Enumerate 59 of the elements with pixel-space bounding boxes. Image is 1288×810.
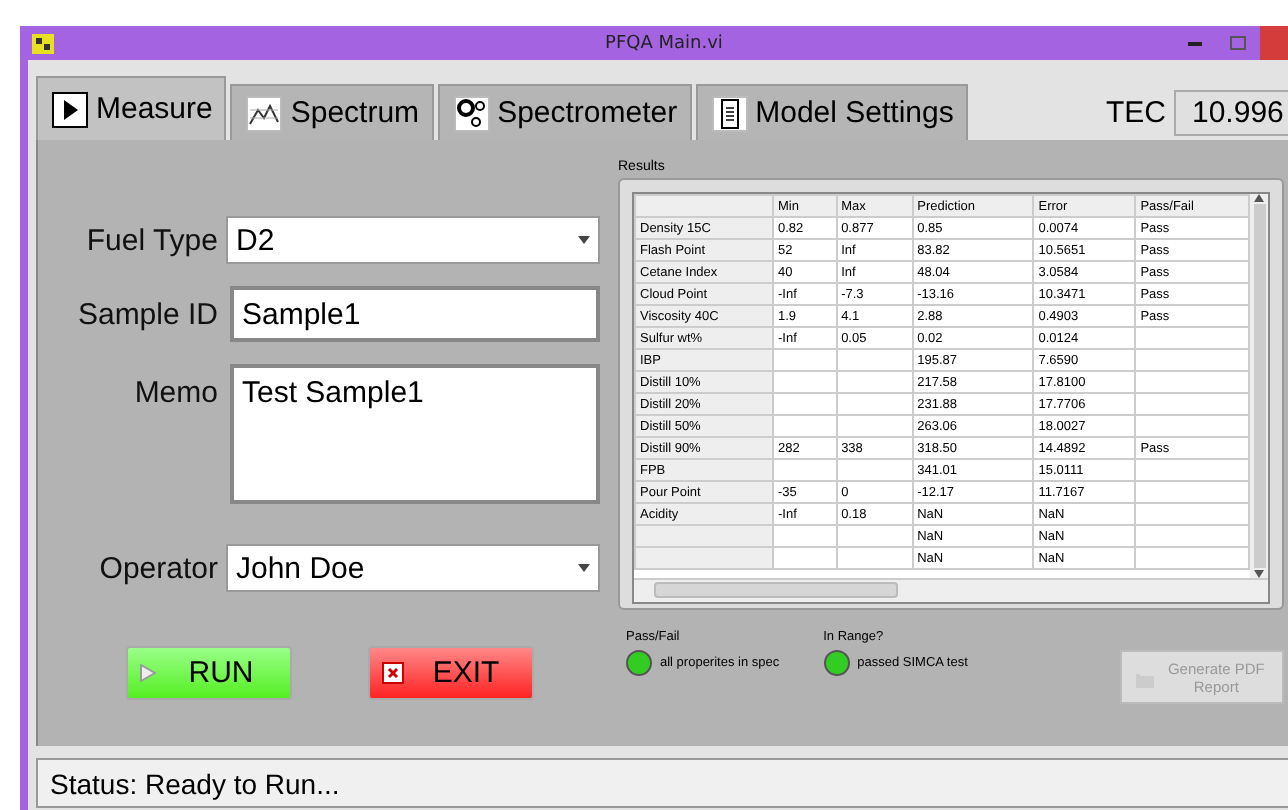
table-cell [773, 393, 837, 415]
play-icon [140, 664, 156, 682]
tec-value: 10.996 [1174, 89, 1288, 135]
table-cell [773, 459, 837, 481]
tec-label: TEC [1106, 95, 1166, 129]
maximize-icon [1230, 36, 1246, 50]
table-cell [773, 349, 837, 371]
close-icon [382, 662, 404, 684]
table-cell [1135, 503, 1249, 525]
table-cell [635, 525, 773, 547]
horizontal-scrollbar[interactable] [634, 578, 1268, 602]
tab[interactable]: Spectrometer [437, 84, 692, 140]
table-cell [1135, 415, 1249, 437]
fuel-type-dropdown[interactable]: D2 [226, 216, 600, 264]
table-cell [1135, 371, 1249, 393]
tab[interactable]: Spectrum [230, 84, 434, 140]
document-icon [711, 95, 748, 131]
run-button[interactable]: RUN [126, 646, 292, 700]
table-cell [1135, 459, 1249, 481]
table-cell [1135, 547, 1249, 569]
table-cell [836, 525, 913, 547]
table-cell [1135, 481, 1249, 503]
close-button[interactable] [1260, 26, 1288, 60]
column-header [635, 195, 773, 217]
status-bar: Status: Ready to Run... [36, 758, 1288, 808]
table-cell [836, 547, 913, 569]
table-cell [773, 371, 837, 393]
table-cell [773, 547, 837, 569]
minimize-icon [1187, 41, 1201, 45]
operator-dropdown[interactable]: John Doe [226, 544, 600, 592]
table-cell [1135, 349, 1249, 371]
table-cell [773, 525, 837, 547]
table-cell [1135, 393, 1249, 415]
tab[interactable]: Model Settings [695, 84, 968, 140]
dropdown-arrow-icon [578, 236, 590, 244]
window-title: PFQA Main.vi [605, 33, 723, 53]
table-cell [773, 415, 837, 437]
memo-field[interactable]: Test Sample1 [230, 364, 600, 504]
table-cell [836, 415, 913, 437]
table-cell [836, 459, 913, 481]
table-cell [1135, 327, 1249, 349]
table-cell [836, 393, 913, 415]
field-label: Memo [132, 374, 220, 410]
play-icon [52, 91, 88, 127]
chart-icon [246, 95, 283, 131]
vertical-scrollbar[interactable] [1250, 194, 1268, 578]
field-label: Sample ID [75, 297, 220, 331]
table-cell [1135, 525, 1249, 547]
sample-id-field[interactable]: Sample1 [230, 286, 600, 342]
table-cell [836, 349, 913, 371]
field-label: Fuel Type [84, 223, 220, 257]
table-cell [635, 547, 773, 569]
tab[interactable]: Measure [36, 76, 227, 140]
dropdown-arrow-icon [578, 564, 590, 572]
table-cell [836, 371, 913, 393]
exit-button[interactable]: EXIT [368, 646, 534, 700]
gears-icon [453, 95, 490, 131]
field-label: Operator [97, 551, 220, 585]
app-icon [32, 33, 54, 53]
